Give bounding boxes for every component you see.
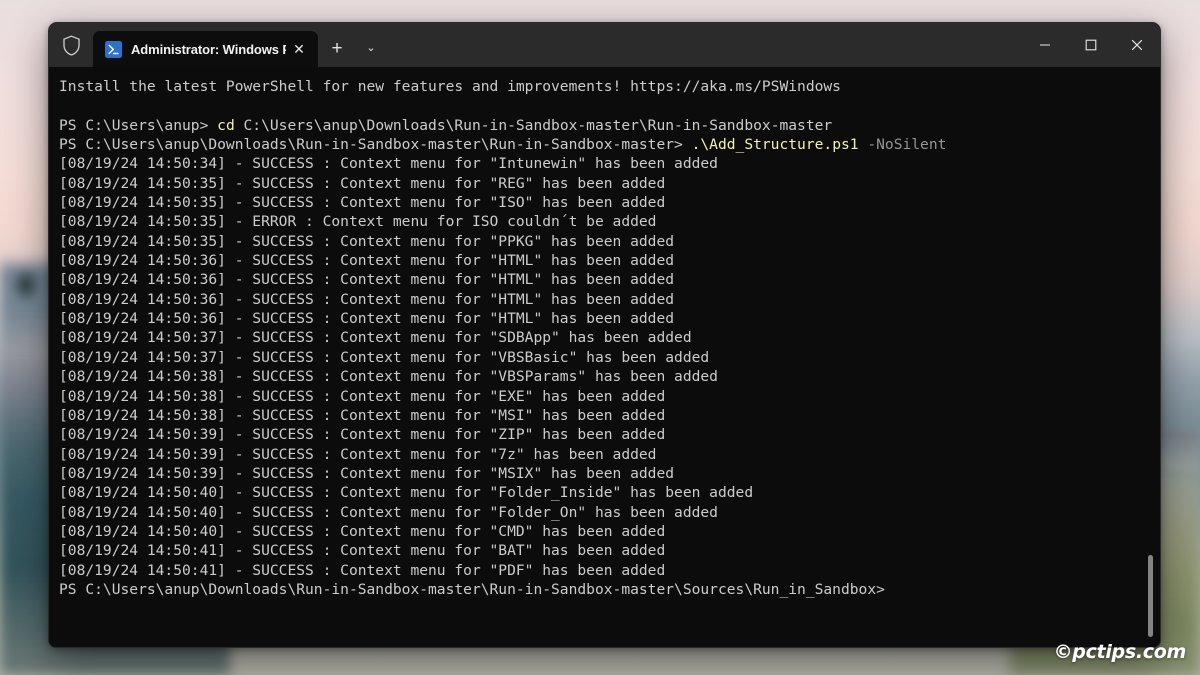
tab-title: Administrator: Windows Powe [131,42,286,57]
tab-close-icon[interactable]: ✕ [286,36,312,62]
minimize-button[interactable] [1022,23,1068,67]
terminal-text-segment: PS C:\Users\anup> [59,117,217,134]
terminal-line: [08/19/24 14:50:41] - SUCCESS : Context … [59,561,1160,580]
close-button[interactable] [1114,23,1160,67]
terminal-text-segment: [08/19/24 14:50:36] - SUCCESS : Context … [59,291,674,308]
terminal-scrollbar[interactable] [1145,67,1157,648]
terminal-text-segment: [08/19/24 14:50:39] - SUCCESS : Context … [59,426,665,443]
terminal-text-segment: cd [217,117,235,134]
terminal-text-segment: [08/19/24 14:50:37] - SUCCESS : Context … [59,349,709,366]
terminal-text-segment: [08/19/24 14:50:36] - SUCCESS : Context … [59,310,674,327]
terminal-text-segment: [08/19/24 14:50:39] - SUCCESS : Context … [59,446,656,463]
new-tab-button[interactable]: + [322,33,352,63]
terminal-text-segment: [08/19/24 14:50:34] - SUCCESS : Context … [59,155,718,172]
terminal-text-segment: PS C:\Users\anup\Downloads\Run-in-Sandbo… [59,136,692,153]
terminal-line: [08/19/24 14:50:36] - SUCCESS : Context … [59,270,1160,289]
terminal-line: [08/19/24 14:50:35] - SUCCESS : Context … [59,232,1160,251]
terminal-line: [08/19/24 14:50:37] - SUCCESS : Context … [59,328,1160,347]
terminal-text-segment: [08/19/24 14:50:36] - SUCCESS : Context … [59,271,674,288]
terminal-line: [08/19/24 14:50:35] - SUCCESS : Context … [59,193,1160,212]
terminal-text-segment: [08/19/24 14:50:35] - SUCCESS : Context … [59,233,674,250]
terminal-line: [08/19/24 14:50:38] - SUCCESS : Context … [59,367,1160,386]
terminal-line: PS C:\Users\anup\Downloads\Run-in-Sandbo… [59,580,1160,599]
terminal-line: Install the latest PowerShell for new fe… [59,77,1160,96]
terminal-text-segment: [08/19/24 14:50:38] - SUCCESS : Context … [59,368,718,385]
site-watermark: ©pctips.com [1054,641,1186,663]
terminal-line: [08/19/24 14:50:37] - SUCCESS : Context … [59,348,1160,367]
terminal-line: [08/19/24 14:50:34] - SUCCESS : Context … [59,154,1160,173]
terminal-line [59,96,1160,115]
terminal-line: [08/19/24 14:50:38] - SUCCESS : Context … [59,406,1160,425]
terminal-text-segment: [08/19/24 14:50:41] - SUCCESS : Context … [59,542,665,559]
terminal-line: [08/19/24 14:50:40] - SUCCESS : Context … [59,503,1160,522]
terminal-line: PS C:\Users\anup\Downloads\Run-in-Sandbo… [59,135,1160,154]
terminal-line: [08/19/24 14:50:38] - SUCCESS : Context … [59,387,1160,406]
terminal-text-segment: C:\Users\anup\Downloads\Run-in-Sandbox-m… [235,117,832,134]
terminal-line: [08/19/24 14:50:40] - SUCCESS : Context … [59,522,1160,541]
powershell-icon [105,41,122,58]
terminal-text-segment: [08/19/24 14:50:40] - SUCCESS : Context … [59,504,718,521]
terminal-text-segment: -NoSilent [859,136,947,153]
terminal-line: [08/19/24 14:50:35] - SUCCESS : Context … [59,174,1160,193]
terminal-text-segment: [08/19/24 14:50:35] - SUCCESS : Context … [59,175,665,192]
title-bar: Administrator: Windows Powe ✕ + ⌄ [49,23,1160,67]
terminal-line: [08/19/24 14:50:36] - SUCCESS : Context … [59,290,1160,309]
chevron-down-icon[interactable]: ⌄ [356,33,386,63]
terminal-text-segment: [08/19/24 14:50:41] - SUCCESS : Context … [59,562,665,579]
terminal-text-segment: PS C:\Users\anup\Downloads\Run-in-Sandbo… [59,581,885,598]
terminal-line: [08/19/24 14:50:36] - SUCCESS : Context … [59,309,1160,328]
terminal-text-segment: [08/19/24 14:50:40] - SUCCESS : Context … [59,484,753,501]
terminal-line: [08/19/24 14:50:39] - SUCCESS : Context … [59,445,1160,464]
terminal-text-segment: [08/19/24 14:50:37] - SUCCESS : Context … [59,329,692,346]
terminal-line: [08/19/24 14:50:40] - SUCCESS : Context … [59,483,1160,502]
terminal-text-segment: .\Add_Structure.ps1 [692,136,859,153]
terminal-text-segment: [08/19/24 14:50:40] - SUCCESS : Context … [59,523,665,540]
terminal-text-segment: [08/19/24 14:50:38] - SUCCESS : Context … [59,388,665,405]
terminal-text-segment: [08/19/24 14:50:36] - SUCCESS : Context … [59,252,674,269]
terminal-text-segment: [08/19/24 14:50:35] - ERROR : Context me… [59,213,656,230]
terminal-text-segment: Install the latest PowerShell for new fe… [59,78,841,95]
terminal-line: PS C:\Users\anup> cd C:\Users\anup\Downl… [59,116,1160,135]
terminal-text: Install the latest PowerShell for new fe… [59,77,1160,599]
terminal-line: [08/19/24 14:50:39] - SUCCESS : Context … [59,425,1160,444]
terminal-line: [08/19/24 14:50:35] - ERROR : Context me… [59,212,1160,231]
terminal-output-area[interactable]: Install the latest PowerShell for new fe… [49,67,1160,648]
terminal-line: [08/19/24 14:50:39] - SUCCESS : Context … [59,464,1160,483]
maximize-button[interactable] [1068,23,1114,67]
terminal-text-segment: [08/19/24 14:50:38] - SUCCESS : Context … [59,407,665,424]
scrollbar-thumb[interactable] [1148,555,1153,637]
terminal-line: [08/19/24 14:50:36] - SUCCESS : Context … [59,251,1160,270]
tab-powershell[interactable]: Administrator: Windows Powe ✕ [93,31,318,67]
terminal-window: Administrator: Windows Powe ✕ + ⌄ Instal… [48,22,1161,648]
admin-shield-icon [49,23,93,67]
terminal-text-segment: [08/19/24 14:50:39] - SUCCESS : Context … [59,465,674,482]
terminal-line: [08/19/24 14:50:41] - SUCCESS : Context … [59,541,1160,560]
terminal-text-segment: [08/19/24 14:50:35] - SUCCESS : Context … [59,194,665,211]
